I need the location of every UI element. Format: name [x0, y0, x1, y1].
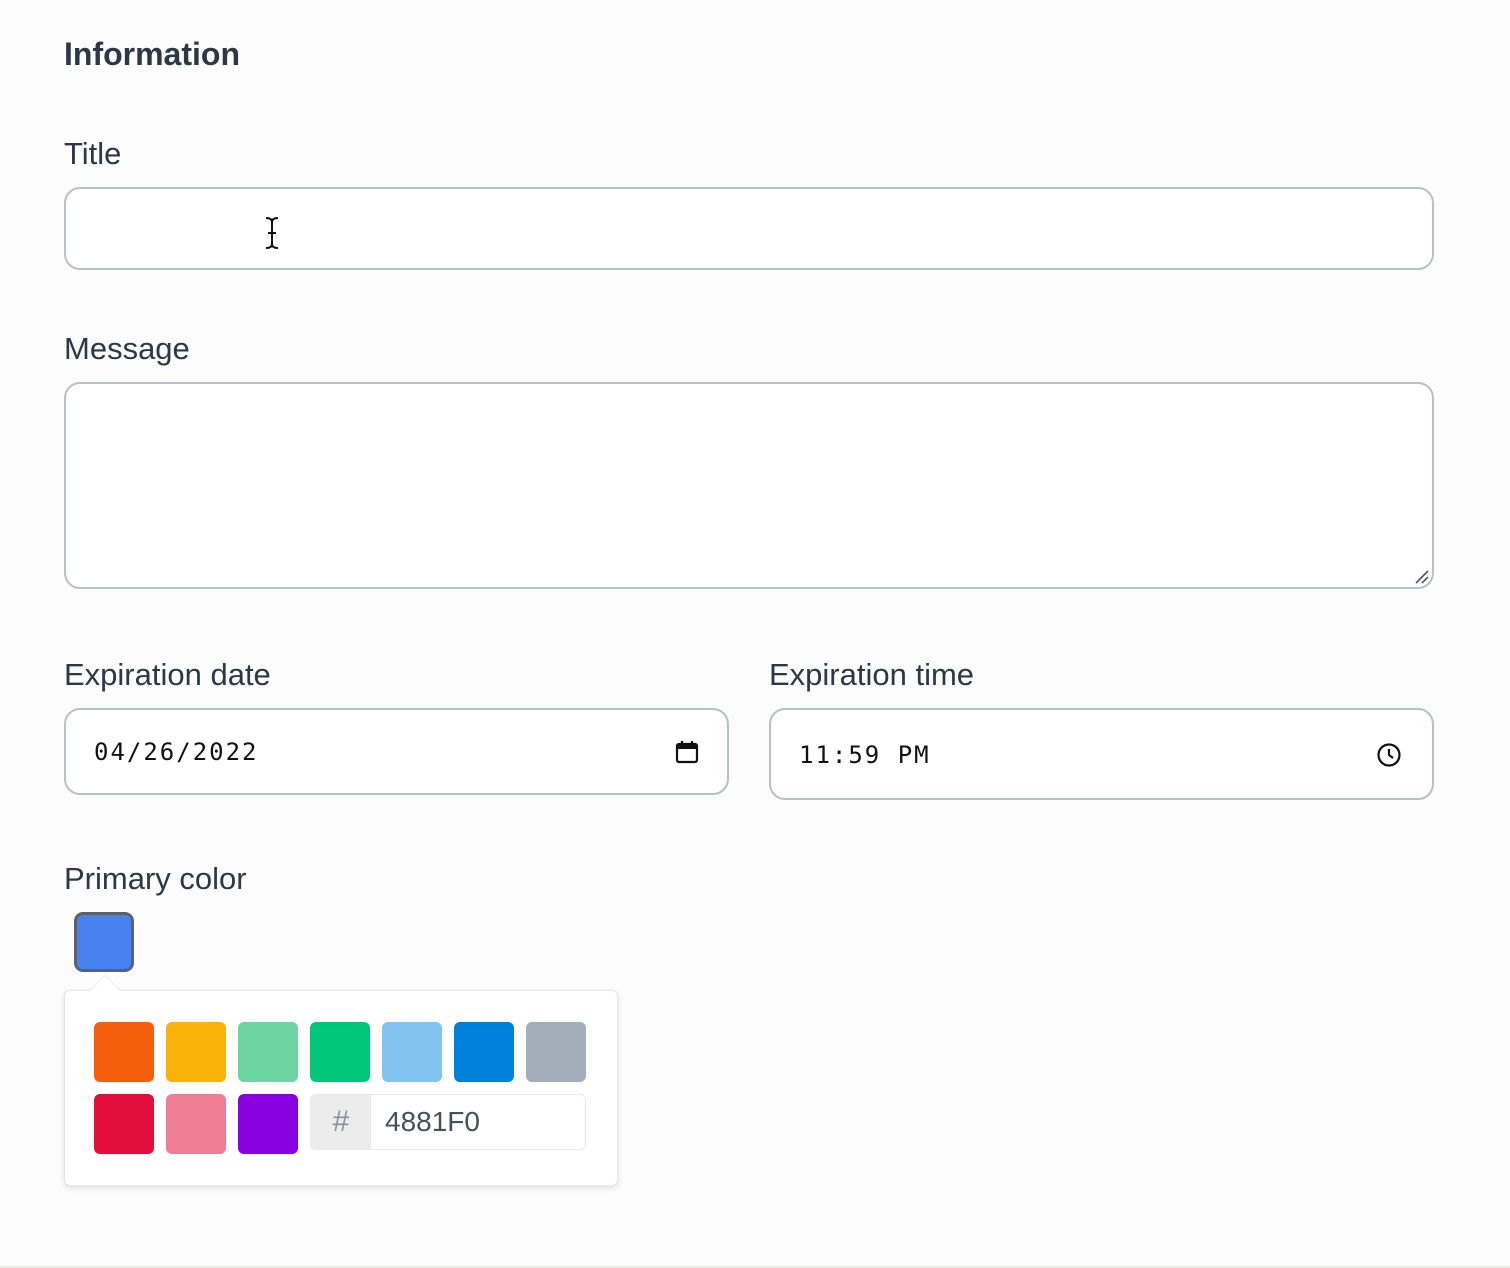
color-picker-trigger[interactable] [74, 912, 134, 972]
message-label: Message [64, 331, 190, 366]
hex-field: # [310, 1094, 586, 1150]
color-swatch[interactable] [526, 1022, 586, 1082]
expiration-time-input[interactable]: 11:59 PM [769, 708, 1434, 800]
color-swatch[interactable] [166, 1094, 226, 1154]
color-swatch[interactable] [94, 1022, 154, 1082]
expiration-time-label: Expiration time [769, 657, 975, 692]
color-swatch[interactable] [382, 1022, 442, 1082]
clock-icon[interactable] [1376, 742, 1402, 768]
popover-arrow [90, 976, 120, 991]
color-swatch[interactable] [166, 1022, 226, 1082]
expiration-date-input[interactable]: 04/26/2022 [64, 708, 729, 795]
color-swatch[interactable] [238, 1094, 298, 1154]
color-swatch[interactable] [310, 1022, 370, 1082]
resize-handle-icon[interactable] [1412, 567, 1430, 585]
color-swatch[interactable] [94, 1094, 154, 1154]
expiration-date-label: Expiration date [64, 657, 271, 692]
color-swatch[interactable] [454, 1022, 514, 1082]
hex-prefix: # [311, 1095, 371, 1149]
color-popover [64, 990, 618, 1186]
hex-input[interactable] [371, 1095, 585, 1149]
time-value: 11:59 PM [799, 741, 931, 769]
date-value: 04/26/2022 [94, 738, 259, 766]
title-label: Title [64, 136, 122, 171]
section-heading: Information [64, 36, 240, 72]
text-cursor-icon [265, 217, 279, 249]
color-swatch[interactable] [238, 1022, 298, 1082]
message-textarea[interactable] [64, 382, 1434, 589]
calendar-icon[interactable] [674, 739, 700, 765]
primary-color-label: Primary color [64, 861, 247, 896]
